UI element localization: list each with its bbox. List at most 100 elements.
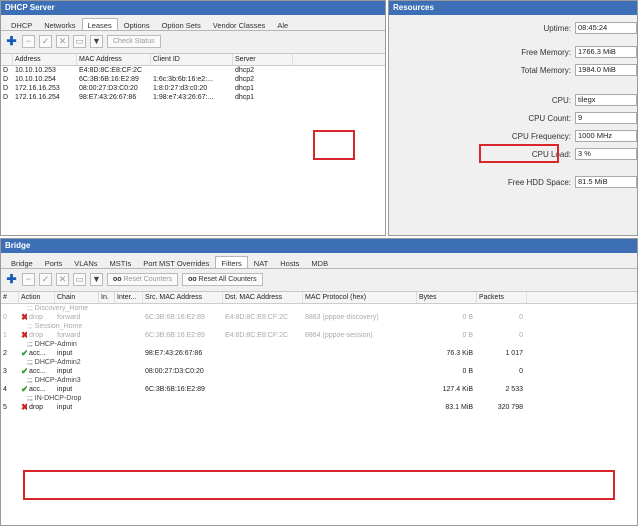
table-row[interactable]: D 10.10.10.253 E4:8D:8C:E8:CF:2C dhcp2 — [1, 66, 385, 75]
rule-mac-protocol — [303, 349, 417, 358]
cpu-value: tilegx — [575, 94, 637, 106]
tab-mstis[interactable]: MSTIs — [104, 256, 138, 268]
tab-nat[interactable]: NAT — [248, 256, 274, 268]
comment-icon[interactable]: ▭ — [73, 34, 86, 48]
tab-hosts[interactable]: Hosts — [274, 256, 305, 268]
col-server[interactable]: Server — [233, 54, 293, 65]
tab-vlans[interactable]: VLANs — [68, 256, 103, 268]
total-memory-label: Total Memory: — [520, 65, 571, 75]
check-status-button[interactable]: Check Status — [107, 34, 161, 48]
enable-icon[interactable]: ✓ — [39, 272, 52, 286]
table-row[interactable]: 0 ✖drop forward 6C:3B:6B:16:E2:89 E4:8D:8C:E… — [1, 313, 637, 322]
col-mac[interactable]: MAC Address — [77, 54, 151, 65]
lease-address: 172.16.16.253 — [15, 85, 60, 92]
free-memory-row: Free Memory: 1766.3 MiB — [465, 45, 637, 59]
filter-icon[interactable]: ▼ — [90, 272, 103, 286]
tab-alerts[interactable]: Ale — [271, 18, 294, 30]
lease-address: 10.10.10.254 — [15, 76, 56, 83]
rule-in — [99, 331, 115, 340]
col-packets[interactable]: Packets — [477, 292, 527, 303]
cpu-label: CPU: — [551, 95, 571, 105]
table-row[interactable]: D 172.16.16.254 98:E7:43:26:67:86 1:98:e… — [1, 93, 385, 102]
rule-in — [99, 403, 115, 412]
dhcp1-highlight — [313, 130, 355, 160]
col-mac-protocol[interactable]: MAC Protocol (hex) — [303, 292, 417, 303]
lease-server: dhcp1 — [235, 85, 255, 92]
rule-src-mac: 6C:3B:6B:16:E2:89 — [145, 314, 205, 321]
reset-all-label: Reset All Counters — [198, 275, 257, 283]
rule-bytes: 127.4 KiB — [442, 386, 473, 393]
tab-leases[interactable]: Leases — [81, 18, 118, 30]
cpu-count-row: CPU Count: 9 — [465, 111, 637, 125]
table-row[interactable]: 4 ✔acc... input 6C:3B:6B:16:E2:89 127.4 KiB 2… — [1, 385, 637, 394]
rule-inter — [115, 367, 143, 376]
add-icon[interactable]: ✚ — [5, 34, 18, 48]
remove-icon[interactable]: − — [22, 272, 35, 286]
filter-icon[interactable]: ▼ — [90, 34, 103, 48]
table-row[interactable]: 2 ✔acc... input 98:E7:43:26:67:86 76.3 KiB 1 … — [1, 349, 637, 358]
tab-options[interactable]: Options — [118, 18, 156, 30]
rule-chain: forward — [57, 332, 81, 339]
enable-icon[interactable]: ✓ — [39, 34, 52, 48]
col-address[interactable]: Address — [13, 54, 77, 65]
rule-src-mac: 98:E7:43:26:67:86 — [145, 350, 203, 357]
bridge-toolbar: ✚ − ✓ ✕ ▭ ▼ oo Reset Counters oo Reset A… — [1, 269, 637, 289]
tab-option-sets[interactable]: Option Sets — [156, 18, 207, 30]
col-action[interactable]: Action — [19, 292, 55, 303]
reset-counters-button[interactable]: oo Reset Counters — [107, 272, 179, 286]
comment-icon[interactable]: ▭ — [73, 272, 86, 286]
col-chain[interactable]: Chain — [55, 292, 99, 303]
tab-dhcp[interactable]: DHCP — [5, 18, 38, 30]
col-in[interactable]: In. — [99, 292, 115, 303]
rule-comment: ;;; DHCP-Admin2 — [27, 359, 81, 366]
tab-ports[interactable]: Ports — [39, 256, 69, 268]
tab-vendor-classes[interactable]: Vendor Classes — [207, 18, 272, 30]
lease-flag: D — [3, 94, 9, 101]
table-row[interactable]: D 172.16.16.253 08:00:27:D3:C0:20 1:8:0:… — [1, 84, 385, 93]
reset-counters-icon: oo — [113, 275, 124, 283]
col-dst-mac[interactable]: Dst. MAC Address — [223, 292, 303, 303]
rule-chain: forward — [57, 314, 81, 321]
rule-mac-protocol — [303, 403, 417, 412]
rule-in — [99, 349, 115, 358]
col-bytes[interactable]: Bytes — [417, 292, 477, 303]
rule-packets: 2 533 — [505, 386, 523, 393]
col-flag — [1, 54, 13, 65]
tab-mdb[interactable]: MDB — [305, 256, 334, 268]
rule-dst-mac: E4:8D:8C:E8:CF:2C — [225, 332, 289, 339]
lease-server: dhcp2 — [235, 67, 255, 74]
tab-networks[interactable]: Networks — [38, 18, 81, 30]
rule-action: acc... — [29, 386, 46, 393]
col-num[interactable]: # — [1, 292, 19, 303]
col-client-id[interactable]: Client ID — [151, 54, 233, 65]
tab-filters[interactable]: Filters — [215, 256, 248, 268]
reset-all-counters-button[interactable]: oo Reset All Counters — [182, 272, 263, 286]
uptime-row: Uptime: 08:45:24 — [465, 21, 637, 35]
filters-header: # Action Chain In. Inter... Src. MAC Add… — [1, 292, 637, 304]
cpu-frequency-row: CPU Frequency: 1000 MHz — [465, 129, 637, 143]
rule-number: 4 — [3, 386, 7, 393]
rule-action: drop — [29, 404, 44, 411]
col-inter[interactable]: Inter... — [115, 292, 143, 303]
table-row[interactable]: 3 ✔acc... input 08:00:27:D3:C0:20 0 B 0 — [1, 367, 637, 376]
total-memory-row: Total Memory: 1984.0 MiB — [465, 63, 637, 77]
table-row[interactable]: 5 ✖drop input 83.1 MiB 320 798 — [1, 403, 637, 412]
lease-server: dhcp2 — [235, 76, 255, 83]
tab-bridge[interactable]: Bridge — [5, 256, 39, 268]
rule-in — [99, 385, 115, 394]
rule-action: acc... — [29, 350, 46, 357]
add-icon[interactable]: ✚ — [5, 272, 18, 286]
remove-icon[interactable]: − — [22, 34, 35, 48]
rule-mac-protocol: 8864 (pppoe-session) — [305, 332, 373, 339]
tab-port-mst-overrides[interactable]: Port MST Overrides — [137, 256, 215, 268]
in-dhcp-drop-highlight — [23, 470, 615, 500]
disable-icon[interactable]: ✕ — [56, 34, 69, 48]
rule-chain: input — [57, 350, 73, 357]
disable-icon[interactable]: ✕ — [56, 272, 69, 286]
col-src-mac[interactable]: Src. MAC Address — [143, 292, 223, 303]
rule-inter — [115, 313, 143, 322]
rule-packets: 0 — [519, 332, 523, 339]
rule-packets: 320 798 — [497, 404, 523, 411]
table-row[interactable]: 1 ✖drop forward 6C:3B:6B:16:E2:89 E4:8D:8C:E… — [1, 331, 637, 340]
table-row[interactable]: D 10.10.10.254 6C:3B:6B:16:E2:89 1:6c:3b… — [1, 75, 385, 84]
